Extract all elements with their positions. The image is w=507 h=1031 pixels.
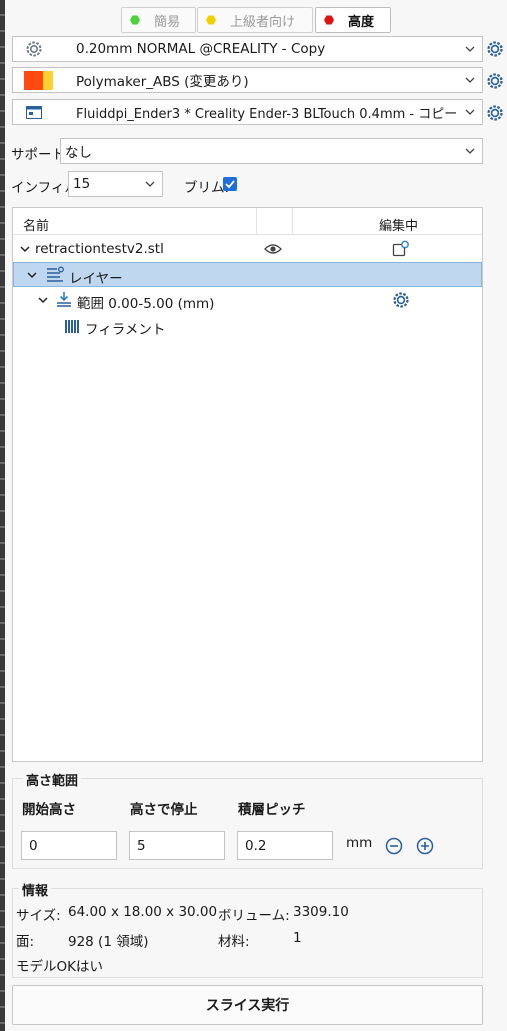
infill-combo[interactable]: 15	[68, 171, 163, 197]
printer-icon	[26, 106, 42, 119]
brim-checkbox[interactable]	[223, 177, 237, 191]
support-combo[interactable]: なし	[60, 138, 483, 164]
chevron-down-icon[interactable]	[26, 269, 38, 285]
red-hex-icon	[324, 15, 334, 25]
object-list-header: 名前 編集中	[13, 208, 482, 235]
filament-settings-value: Polymaker_ABS (変更あり)	[76, 74, 249, 90]
printer-settings-value: Fluiddpi_Ender3 * Creality Ender-3 BLTou…	[76, 106, 458, 122]
mode-simple-button[interactable]: 簡易	[121, 7, 196, 33]
mode-intermediate-button[interactable]: 上級者向け	[197, 7, 313, 33]
printer-settings-combo[interactable]: Fluiddpi_Ender3 * Creality Ender-3 BLTou…	[12, 99, 483, 125]
size-label: サイズ:	[16, 908, 61, 924]
layer-height-label: 積層ピッチ	[238, 802, 306, 818]
yellow-hex-icon	[206, 15, 216, 25]
layers-label: レイヤー	[69, 271, 123, 287]
mode-advanced-button[interactable]: 高度	[315, 7, 391, 33]
print-settings-gear-icon[interactable]	[486, 40, 504, 58]
column-divider	[292, 208, 293, 234]
filament-row[interactable]: フィラメント	[13, 314, 482, 339]
chevron-down-icon[interactable]	[19, 243, 31, 259]
model-ok-value: はい	[76, 959, 103, 975]
gear-icon[interactable]	[392, 291, 410, 313]
chevron-down-icon[interactable]	[37, 294, 49, 310]
object-name: retractiontestv2.stl	[35, 241, 164, 257]
range-icon	[56, 291, 72, 311]
volume-value: 3309.10	[293, 904, 349, 920]
filament-label: フィラメント	[85, 322, 166, 338]
filament-settings-gear-icon[interactable]	[486, 72, 504, 90]
info-title: 情報	[19, 880, 52, 899]
column-name-header: 名前	[23, 219, 50, 234]
print-settings-value: 0.20mm NORMAL @CREALITY - Copy	[76, 41, 326, 57]
facets-label: 面:	[16, 934, 35, 950]
model-ok-label: モデルOK:	[16, 959, 81, 975]
material-value: 1	[293, 930, 302, 946]
layers-icon	[46, 266, 64, 288]
chevron-down-icon	[464, 74, 476, 86]
column-editing-header: 編集中	[379, 219, 419, 234]
mode-intermediate-label: 上級者向け	[230, 14, 296, 30]
height-range-group: 高さ範囲 開始高さ 高さで停止 積層ピッチ 0 5 0.2 mm	[12, 770, 483, 869]
range-label: 範囲 0.00-5.00 (mm)	[77, 296, 215, 312]
object-list[interactable]: 名前 編集中 retractiontestv2.stl レイヤー 範囲 0.00…	[12, 207, 483, 762]
layer-height-input[interactable]: 0.2	[237, 831, 333, 860]
eye-icon[interactable]	[264, 242, 282, 260]
gear-icon	[25, 40, 43, 58]
start-height-label: 開始高さ	[22, 802, 76, 818]
edit-object-icon[interactable]	[392, 240, 410, 262]
mode-advanced-label: 高度	[348, 14, 375, 30]
plus-circle-icon[interactable]	[416, 837, 434, 859]
volume-label: ボリューム:	[218, 908, 290, 924]
mode-simple-label: 簡易	[154, 14, 181, 30]
minus-circle-icon[interactable]	[385, 837, 403, 859]
range-row[interactable]: 範囲 0.00-5.00 (mm)	[13, 288, 482, 313]
slice-button[interactable]: スライス実行	[12, 985, 483, 1025]
height-range-title: 高さ範囲	[23, 770, 82, 789]
printer-settings-gear-icon[interactable]	[486, 104, 504, 122]
stop-height-label: 高さで停止	[130, 802, 198, 818]
infill-value: 15	[73, 176, 91, 192]
material-label: 材料:	[218, 934, 250, 950]
support-value: なし	[65, 145, 92, 161]
filament-color-swatch	[24, 71, 43, 90]
green-hex-icon	[130, 15, 140, 25]
filament-settings-combo[interactable]: Polymaker_ABS (変更あり)	[12, 67, 483, 93]
facets-value: 928 (1 領域)	[68, 934, 149, 950]
info-group: 情報 サイズ: 64.00 x 18.00 x 30.00 ボリューム: 330…	[12, 880, 483, 978]
layers-row[interactable]: レイヤー	[13, 262, 482, 287]
sidebar-panel: 簡易 上級者向け 高度 0.20mm NORMAL @CREALITY - Co…	[5, 0, 507, 1031]
print-settings-combo[interactable]: 0.20mm NORMAL @CREALITY - Copy	[12, 36, 483, 62]
stop-height-input[interactable]: 5	[129, 831, 225, 860]
start-height-input[interactable]: 0	[21, 831, 117, 860]
chevron-down-icon	[464, 145, 476, 157]
chevron-down-icon	[464, 106, 476, 118]
unit-label: mm	[346, 835, 373, 851]
object-row[interactable]: retractiontestv2.stl	[13, 237, 482, 262]
chevron-down-icon	[144, 178, 156, 190]
chevron-down-icon	[464, 43, 476, 55]
size-value: 64.00 x 18.00 x 30.00	[68, 904, 218, 920]
filament-color-swatch-secondary	[43, 71, 53, 90]
filament-icon	[65, 319, 81, 338]
column-divider	[256, 208, 257, 234]
